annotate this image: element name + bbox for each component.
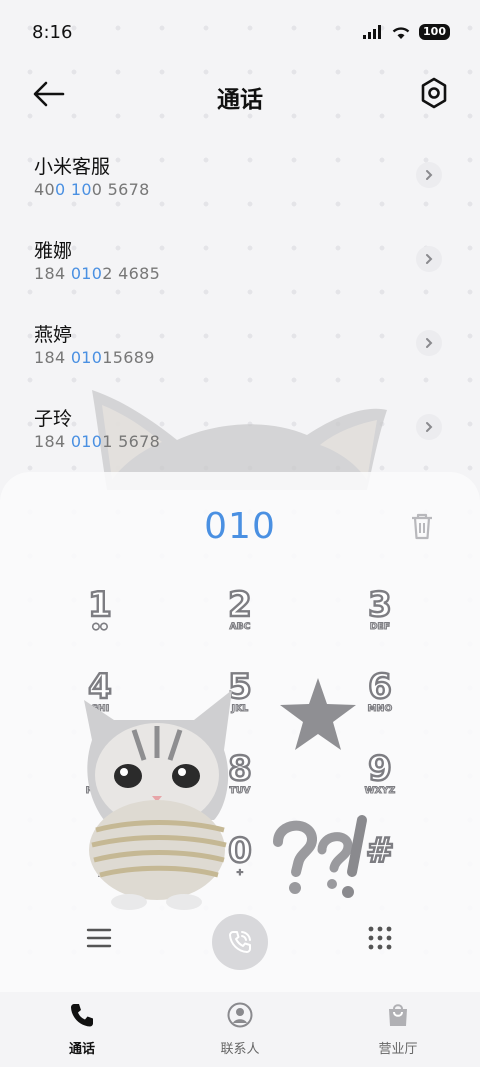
tab-calls[interactable]: 通话 bbox=[32, 1002, 132, 1057]
person-icon bbox=[227, 1002, 253, 1028]
tab-label: 营业厅 bbox=[378, 1042, 418, 1057]
chevron-right-icon[interactable] bbox=[416, 414, 442, 440]
contact-name: 燕婷 bbox=[34, 324, 73, 346]
key-1[interactable]: 1 ◌◌ bbox=[50, 585, 150, 656]
wifi-icon bbox=[392, 26, 410, 39]
recent-calls-list: 小米客服 400 100 5678 雅娜 184 0102 4685 燕婷 18… bbox=[0, 140, 480, 476]
star-icon bbox=[280, 678, 356, 750]
bottom-nav: 通话 联系人 营业厅 bbox=[0, 992, 480, 1067]
contact-name: 小米客服 bbox=[34, 156, 111, 178]
list-item[interactable]: 雅娜 184 0102 4685 bbox=[0, 224, 480, 308]
tab-label: 通话 bbox=[68, 1042, 95, 1057]
phone-icon bbox=[71, 1004, 93, 1027]
chevron-right-icon[interactable] bbox=[416, 330, 442, 356]
dial-input[interactable]: 010 bbox=[0, 506, 480, 547]
tab-contacts[interactable]: 联系人 bbox=[190, 1002, 290, 1057]
list-item[interactable]: 子玲 184 0101 5678 bbox=[0, 392, 480, 476]
contact-number: 184 01015689 bbox=[34, 348, 155, 367]
trash-icon[interactable] bbox=[410, 512, 434, 540]
keypad-icon[interactable] bbox=[368, 926, 392, 950]
list-item[interactable]: 小米客服 400 100 5678 bbox=[0, 140, 480, 224]
contact-number: 184 0102 4685 bbox=[34, 264, 161, 283]
hexagon-gear-icon[interactable] bbox=[418, 76, 450, 110]
contact-name: 子玲 bbox=[34, 408, 73, 430]
contact-number: 184 0101 5678 bbox=[34, 432, 161, 451]
key-3[interactable]: 3 DEF bbox=[330, 585, 430, 656]
question-exclamation-sticker bbox=[273, 815, 367, 898]
call-button[interactable] bbox=[212, 914, 268, 970]
signal-icon bbox=[363, 25, 382, 39]
tab-service-hall[interactable]: 营业厅 bbox=[348, 1002, 448, 1057]
page-title: 通话 bbox=[217, 87, 263, 113]
key-9[interactable]: 9 WXYZ bbox=[330, 749, 430, 820]
list-item[interactable]: 燕婷 184 01015689 bbox=[0, 308, 480, 392]
contact-number: 400 100 5678 bbox=[34, 180, 150, 199]
menu-icon[interactable] bbox=[86, 926, 112, 950]
battery-indicator: 100 bbox=[419, 24, 450, 40]
key-2[interactable]: 2 ABC bbox=[190, 585, 290, 656]
chevron-right-icon[interactable] bbox=[416, 162, 442, 188]
status-time: 8:16 bbox=[32, 22, 73, 43]
shopping-bag-icon bbox=[389, 1004, 407, 1026]
cat-sticker bbox=[84, 690, 232, 910]
contact-name: 雅娜 bbox=[34, 240, 73, 262]
status-icons: 100 bbox=[363, 24, 450, 40]
dialpad-panel: 010 1◌◌ 2ABC 3DEF 4GHI 5JKL 6MNO 7PQRS 8… bbox=[0, 472, 480, 992]
status-bar: 8:16 100 bbox=[0, 0, 480, 64]
tab-label: 联系人 bbox=[220, 1042, 260, 1057]
phone-call-icon bbox=[229, 931, 251, 953]
chevron-right-icon[interactable] bbox=[416, 246, 442, 272]
header: 通话 bbox=[0, 70, 480, 120]
